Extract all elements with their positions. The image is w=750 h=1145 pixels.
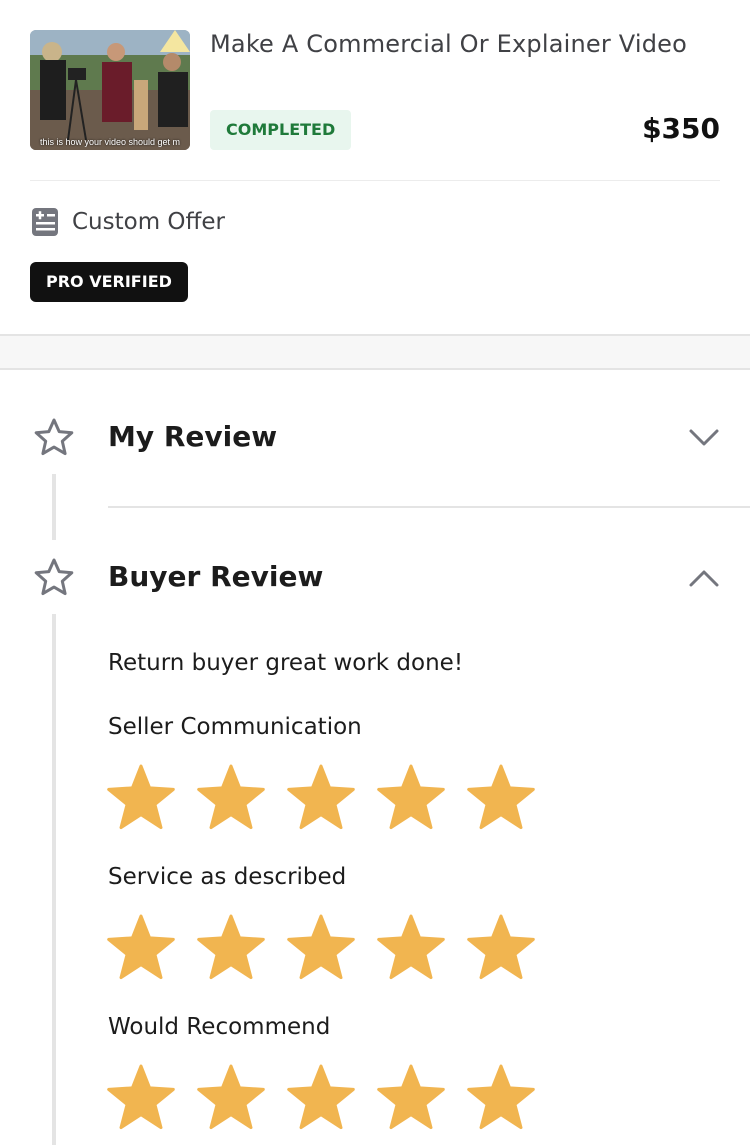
chevron-up-icon[interactable] xyxy=(688,568,720,588)
rating-label: Seller Communication xyxy=(108,714,362,740)
timeline-connector xyxy=(52,474,56,540)
status-badge: COMPLETED xyxy=(210,110,352,150)
star-filled-icon xyxy=(287,1064,355,1130)
chevron-down-icon[interactable] xyxy=(688,428,720,448)
offer-type-row: Custom Offer xyxy=(30,204,225,240)
buyer-review-text: Return buyer great work done! xyxy=(108,650,464,676)
buyer-review-title[interactable]: Buyer Review xyxy=(108,560,323,593)
divider xyxy=(30,180,720,181)
star-filled-icon xyxy=(197,914,265,980)
rating-stars xyxy=(106,1064,536,1134)
rating-stars xyxy=(106,764,536,834)
section-divider xyxy=(108,506,750,508)
thumbnail-caption: this is how your video should get m xyxy=(39,137,181,147)
star-outline-icon xyxy=(34,418,74,456)
star-outline-icon xyxy=(34,558,74,596)
star-filled-icon xyxy=(107,914,175,980)
star-filled-icon xyxy=(107,1064,175,1130)
timeline-connector xyxy=(52,614,56,1145)
rating-label: Would Recommend xyxy=(108,1014,331,1040)
star-filled-icon xyxy=(107,764,175,830)
star-filled-icon xyxy=(197,764,265,830)
star-filled-icon xyxy=(467,1064,535,1130)
offer-type-label: Custom Offer xyxy=(72,209,225,235)
star-filled-icon xyxy=(467,764,535,830)
star-filled-icon xyxy=(377,914,445,980)
order-price: $350 xyxy=(642,112,720,145)
rating-stars xyxy=(106,914,536,984)
pro-verified-badge: PRO VERIFIED xyxy=(30,262,188,302)
order-card: this is how your video should get m Make… xyxy=(0,0,750,334)
star-filled-icon xyxy=(287,764,355,830)
gig-thumbnail[interactable]: this is how your video should get m xyxy=(30,30,190,150)
star-filled-icon xyxy=(377,1064,445,1130)
star-filled-icon xyxy=(467,914,535,980)
star-filled-icon xyxy=(197,1064,265,1130)
gig-title[interactable]: Make A Commercial Or Explainer Video xyxy=(210,30,687,58)
section-separator xyxy=(0,334,750,370)
thumbnail-scene xyxy=(30,30,190,150)
star-filled-icon xyxy=(377,764,445,830)
star-filled-icon xyxy=(287,914,355,980)
my-review-title[interactable]: My Review xyxy=(108,420,277,453)
rating-label: Service as described xyxy=(108,864,347,890)
offer-list-icon xyxy=(32,208,58,236)
